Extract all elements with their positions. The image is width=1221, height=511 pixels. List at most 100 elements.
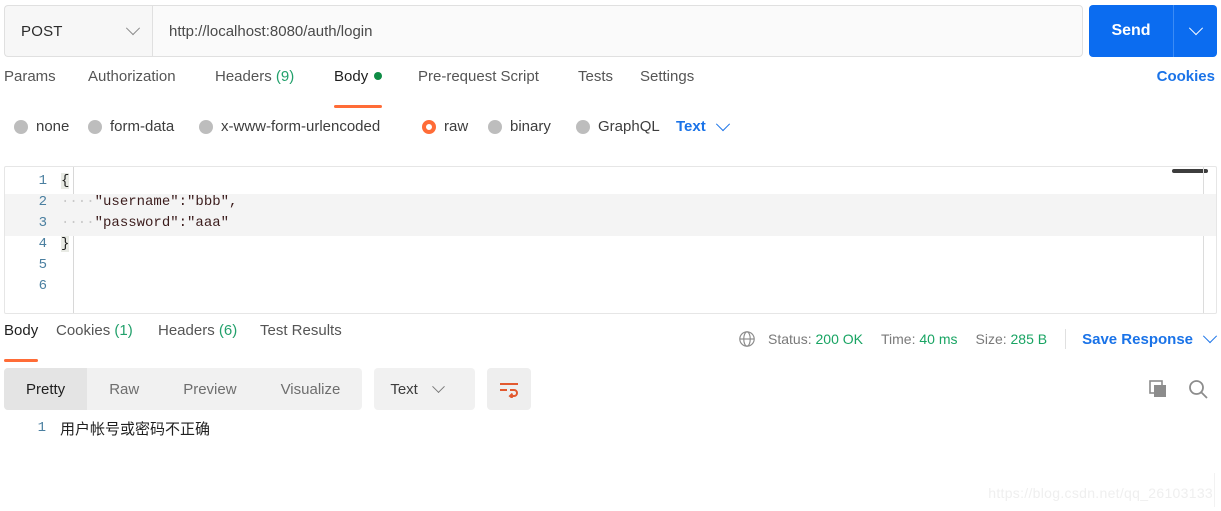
- editor-line-number: 2: [38, 194, 47, 210]
- radio-x-www-form-urlencoded[interactable]: x-www-form-urlencoded: [199, 118, 380, 135]
- chevron-down-icon: [125, 21, 141, 36]
- editor-line[interactable]: 6: [5, 278, 1216, 299]
- tab-label: Params: [4, 68, 56, 85]
- size-item: Size: 285 B: [976, 331, 1048, 347]
- chevron-down-icon: [431, 379, 445, 393]
- response-format-dropdown[interactable]: Text: [374, 368, 475, 410]
- tab-label: Body: [4, 322, 39, 339]
- word-wrap-icon: [499, 383, 518, 398]
- postman-window: POST http://localhost:8080/auth/login Se…: [0, 0, 1221, 511]
- tab-label: Headers: [215, 68, 272, 85]
- send-button[interactable]: Send: [1089, 5, 1173, 57]
- body-present-dot-icon: [374, 72, 383, 80]
- editor-line[interactable]: 1{: [5, 173, 1216, 194]
- status-item: Status: 200 OK: [768, 331, 863, 347]
- editor-line[interactable]: 2 ····"username":"bbb",: [5, 194, 1216, 215]
- copy-icon: [1149, 380, 1166, 397]
- chevron-down-icon: [1202, 329, 1218, 344]
- radio-icon: [14, 119, 28, 134]
- raw-format-label: Text: [676, 118, 706, 135]
- radio-binary[interactable]: binary: [488, 118, 551, 135]
- tab-headers[interactable]: Headers (9): [215, 68, 294, 104]
- save-response-button[interactable]: Save Response: [1082, 329, 1218, 348]
- tab-authorization[interactable]: Authorization: [88, 68, 176, 104]
- indent-guides: ····: [61, 215, 95, 231]
- radio-label: binary: [510, 118, 551, 135]
- radio-label: x-www-form-urlencoded: [221, 118, 381, 135]
- size-label: Size:: [975, 331, 1007, 347]
- tab-label: Pre-request Script: [418, 68, 539, 85]
- tab-label: Body: [334, 68, 369, 85]
- tab-body[interactable]: Body: [334, 68, 383, 108]
- http-method-label: POST: [21, 22, 63, 40]
- tab-tests[interactable]: Tests: [578, 68, 613, 104]
- radio-label: none: [36, 118, 70, 135]
- editor-lines: 1{2 ····"username":"bbb", 3 ····"password":…: [5, 167, 1216, 299]
- save-response-label: Save Response: [1082, 330, 1193, 348]
- response-line: 1 用户帐号或密码不正确: [4, 416, 1217, 440]
- indent-guides: ····: [61, 194, 95, 210]
- editor-line-code: {: [61, 173, 1216, 194]
- response-tab-body[interactable]: Body: [4, 322, 39, 362]
- editor-line[interactable]: 4}: [5, 236, 1216, 257]
- request-tabs: Params Authorization Headers (9) Body Pr…: [0, 68, 1221, 108]
- url-input[interactable]: http://localhost:8080/auth/login: [152, 5, 1083, 57]
- radio-icon-selected: [422, 119, 436, 134]
- response-meta: Status: 200 OK Time: 40 ms Size: 285 B S…: [738, 322, 1218, 356]
- send-options-button[interactable]: [1173, 5, 1217, 57]
- response-tabs: Body Cookies (1) Headers (6) Test Result…: [0, 322, 1221, 362]
- radio-icon: [88, 119, 102, 134]
- word-wrap-toggle[interactable]: [486, 368, 531, 410]
- response-line-number: 1: [37, 420, 46, 436]
- editor-line-code: ····"password":"aaa": [61, 215, 1216, 236]
- watermark-rule: [1214, 473, 1215, 507]
- view-mode-pretty[interactable]: Pretty: [4, 368, 88, 410]
- view-mode-visualize[interactable]: Visualize: [259, 368, 363, 410]
- radio-graphql[interactable]: GraphQL: [576, 118, 660, 135]
- radio-label: GraphQL: [598, 118, 660, 135]
- radio-label: raw: [444, 118, 469, 135]
- response-tab-cookies[interactable]: Cookies (1): [56, 322, 133, 358]
- radio-none[interactable]: none: [14, 118, 69, 135]
- time-item: Time: 40 ms: [881, 331, 958, 347]
- editor-line-number: 5: [38, 257, 47, 273]
- response-view-toolbar: Pretty Raw Preview Visualize Text: [4, 368, 1217, 410]
- cookies-count: (1): [114, 322, 133, 339]
- tab-pre-request-script[interactable]: Pre-request Script: [418, 68, 539, 104]
- editor-line-number: 4: [38, 236, 47, 252]
- search-button[interactable]: [1187, 378, 1209, 400]
- radio-icon: [488, 119, 502, 134]
- tab-settings[interactable]: Settings: [640, 68, 694, 104]
- send-group: Send: [1089, 5, 1217, 57]
- active-tab-underline: [334, 105, 383, 108]
- http-method-dropdown[interactable]: POST: [4, 5, 152, 57]
- editor-line-code: }: [61, 236, 1216, 257]
- tab-params[interactable]: Params: [4, 68, 56, 104]
- active-tab-underline: [4, 359, 39, 362]
- request-body-editor[interactable]: 1{2 ····"username":"bbb", 3 ····"password":…: [4, 166, 1217, 314]
- meta-divider: [1065, 329, 1067, 349]
- response-format-label: Text: [390, 380, 418, 398]
- editor-line[interactable]: 5: [5, 257, 1216, 278]
- editor-line-code: ····"username":"bbb",: [61, 194, 1216, 215]
- editor-line[interactable]: 3 ····"password":"aaa": [5, 215, 1216, 236]
- cookies-link[interactable]: Cookies: [1157, 68, 1215, 85]
- watermark: https://blog.csdn.net/qq_26103133: [988, 485, 1213, 501]
- response-toolbar-actions: [1147, 378, 1217, 400]
- radio-raw[interactable]: raw: [422, 118, 468, 135]
- json-text: "password":"aaa": [94, 215, 230, 231]
- raw-format-dropdown[interactable]: Text: [676, 116, 740, 135]
- response-tab-test-results[interactable]: Test Results: [260, 322, 342, 358]
- copy-button[interactable]: [1147, 378, 1169, 400]
- view-mode-preview[interactable]: Preview: [161, 368, 258, 410]
- response-lines: 1 用户帐号或密码不正确: [4, 416, 1217, 440]
- tab-label: Test Results: [260, 322, 342, 339]
- search-icon: [1189, 380, 1208, 399]
- body-type-row: none form-data x-www-form-urlencoded raw…: [0, 116, 1221, 148]
- time-label: Time:: [881, 331, 916, 347]
- json-brace: }: [61, 236, 70, 252]
- radio-form-data[interactable]: form-data: [88, 118, 174, 135]
- view-mode-raw[interactable]: Raw: [87, 368, 161, 410]
- response-tab-headers[interactable]: Headers (6): [158, 322, 237, 358]
- status-label: Status:: [768, 331, 812, 347]
